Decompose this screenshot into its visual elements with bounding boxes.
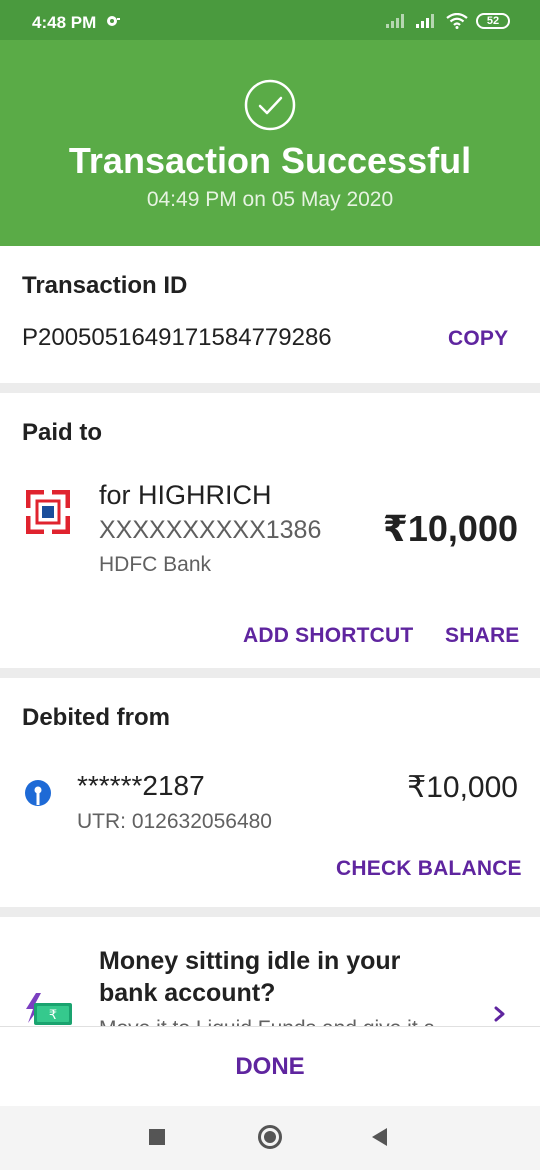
- chat-notification-icon: [107, 16, 120, 26]
- liquid-funds-promo[interactable]: ₹ Money sitting idle in your bank accoun…: [0, 917, 540, 1026]
- paid-amount: ₹10,000: [382, 508, 518, 549]
- wifi-icon: [446, 13, 468, 29]
- transaction-timestamp: 04:49 PM on 05 May 2020: [146, 188, 394, 211]
- signal-icon-2: [416, 14, 434, 28]
- paid-to-card: Paid to for HIGHRICH XXXXXXXXXX1386 HDFC…: [0, 393, 540, 668]
- money-transfer-icon: ₹: [26, 993, 72, 1025]
- success-header: Transaction Successful 04:49 PM on 05 Ma…: [0, 40, 540, 246]
- system-navigation-bar: [0, 1106, 540, 1170]
- back-icon[interactable]: [372, 1128, 387, 1146]
- svg-text:₹: ₹: [49, 1008, 57, 1023]
- paid-to-label: Paid to: [22, 419, 103, 446]
- status-bar: 4:48 PM 52: [0, 0, 540, 40]
- hdfc-bank-logo: [26, 490, 70, 534]
- promo-subtitle: Move it to Liquid Funds and give it a: [99, 1017, 435, 1026]
- section-divider: [0, 668, 540, 678]
- debit-account-number: ******2187: [77, 770, 205, 801]
- add-shortcut-button[interactable]: ADD SHORTCUT: [243, 624, 413, 648]
- recent-apps-icon[interactable]: [149, 1129, 165, 1145]
- copy-button[interactable]: COPY: [448, 327, 508, 351]
- signal-icon: [386, 14, 404, 28]
- utr-number: UTR: 012632056480: [77, 810, 272, 833]
- payee-account-number: XXXXXXXXXX1386: [99, 516, 322, 544]
- promo-title: Money sitting idle in your bank account?: [99, 947, 401, 1007]
- payee-name: for HIGHRICH: [99, 480, 272, 510]
- done-button[interactable]: DONE: [0, 1053, 540, 1081]
- share-button[interactable]: SHARE: [445, 624, 520, 648]
- footer-bar: DONE: [0, 1026, 540, 1106]
- page-title: Transaction Successful: [68, 140, 472, 181]
- battery-icon: 52: [476, 13, 510, 29]
- debited-from-label: Debited from: [22, 704, 171, 731]
- section-divider: [0, 907, 540, 917]
- debited-amount: ₹10,000: [407, 771, 518, 804]
- payee-bank-name: HDFC Bank: [99, 553, 212, 576]
- transaction-id-card: Transaction ID P2005051649171584779286 C…: [0, 246, 540, 383]
- check-circle-icon: [244, 79, 296, 131]
- home-icon[interactable]: [258, 1125, 282, 1149]
- debited-from-card: Debited from ******2187 UTR: 01263205648…: [0, 678, 540, 907]
- chevron-right-icon[interactable]: [490, 1001, 510, 1026]
- section-divider: [0, 383, 540, 393]
- transaction-id-label: Transaction ID: [22, 272, 188, 299]
- check-balance-button[interactable]: CHECK BALANCE: [336, 857, 522, 881]
- transaction-id-value: P2005051649171584779286: [22, 324, 332, 351]
- sbi-bank-logo: [25, 780, 51, 806]
- status-indicators: 52: [386, 13, 510, 29]
- status-time: 4:48 PM: [32, 13, 97, 32]
